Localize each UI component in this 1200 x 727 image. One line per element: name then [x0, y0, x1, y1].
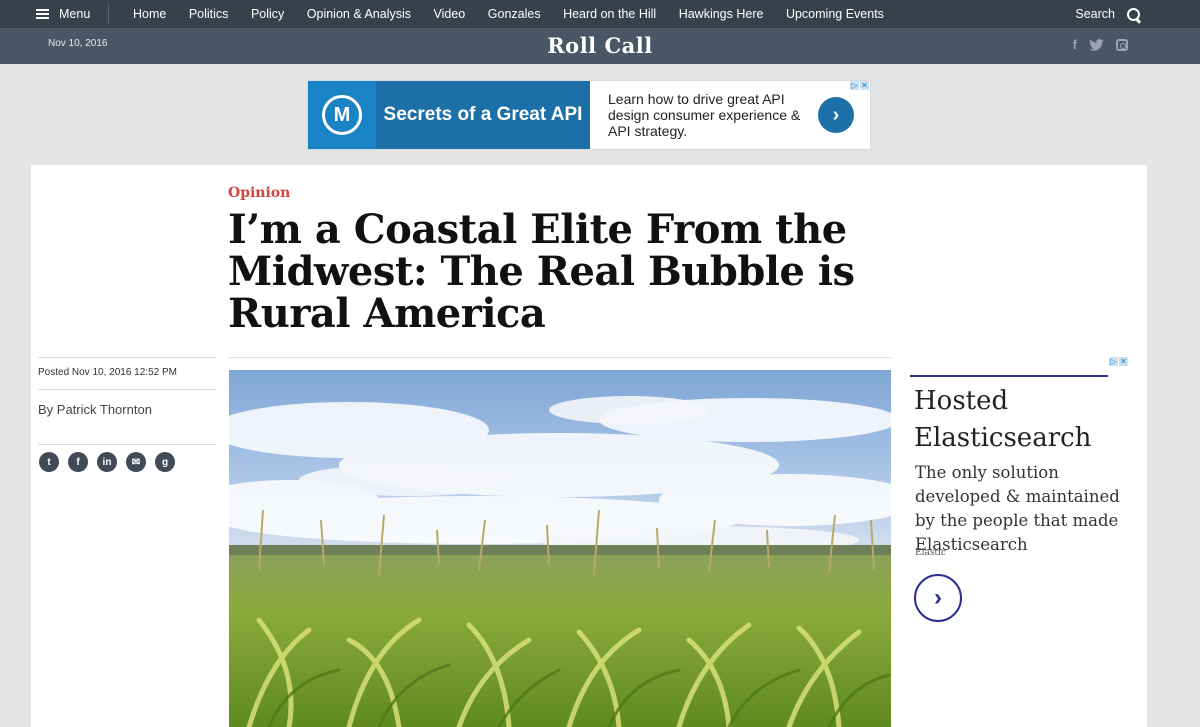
facebook-share-icon[interactable]: f — [68, 452, 88, 472]
meta-divider — [38, 444, 217, 445]
linkedin-share-icon[interactable]: in — [97, 452, 117, 472]
ad-logo: M — [308, 81, 376, 149]
nav-links: Home Politics Policy Opinion & Analysis … — [133, 0, 906, 28]
site-logo[interactable]: Roll Call — [0, 33, 1200, 58]
nav-divider — [108, 4, 109, 24]
meta-divider — [38, 357, 217, 358]
search-icon — [1127, 7, 1140, 21]
ad-copy: Learn how to drive great API design cons… — [608, 91, 801, 139]
adchoices-icon[interactable]: ▷ ✕ — [850, 81, 869, 90]
brand-bar: Nov 10, 2016 Roll Call f — [0, 28, 1200, 64]
title-divider — [228, 357, 891, 358]
nav-link-upcoming-events[interactable]: Upcoming Events — [786, 7, 884, 21]
top-banner-ad[interactable]: M Secrets of a Great API Learn how to dr… — [307, 80, 871, 150]
header-social: f — [1073, 37, 1128, 52]
adchoices-icon[interactable]: ▷ ✕ — [1109, 357, 1128, 366]
nav-link-heard-on-the-hill[interactable]: Heard on the Hill — [563, 7, 656, 21]
posted-date: Posted Nov 10, 2016 12:52 PM — [38, 367, 177, 378]
meta-divider — [38, 389, 217, 390]
nav-link-opinion-analysis[interactable]: Opinion & Analysis — [307, 7, 411, 21]
nav-link-hawkings-here[interactable]: Hawkings Here — [679, 7, 764, 21]
instagram-icon[interactable] — [1116, 38, 1128, 51]
nav-link-home[interactable]: Home — [133, 7, 166, 21]
facebook-icon[interactable]: f — [1073, 37, 1077, 52]
email-share-icon[interactable]: ✉ — [126, 452, 146, 472]
side-ad-text: The only solution developed & maintained… — [915, 463, 1120, 554]
nav-link-gonzales[interactable]: Gonzales — [488, 7, 541, 21]
nav-link-video[interactable]: Video — [434, 7, 466, 21]
side-ad[interactable]: ▷ ✕ Hosted Elasticsearch The only solutio… — [910, 357, 1136, 637]
mulesoft-icon: M — [322, 95, 362, 135]
top-nav: Menu Home Politics Policy Opinion & Anal… — [0, 0, 1200, 28]
twitter-share-icon[interactable]: t — [39, 452, 59, 472]
share-buttons: t f in ✉ g — [39, 452, 175, 472]
nav-link-policy[interactable]: Policy — [251, 7, 284, 21]
menu-label: Menu — [59, 7, 91, 21]
hamburger-icon — [36, 9, 49, 19]
article-title: I’m a Coastal Elite From the Midwest: Th… — [228, 206, 855, 337]
byline: By Patrick Thornton — [38, 402, 152, 417]
search-label: Search — [1075, 7, 1115, 21]
article-container: Opinion I’m a Coastal Elite From the Mid… — [31, 165, 1147, 727]
google-plus-share-icon[interactable]: g — [155, 452, 175, 472]
chevron-right-icon[interactable]: › — [914, 574, 962, 622]
ad-headline: Secrets of a Great API — [376, 81, 590, 149]
menu-button[interactable]: Menu — [36, 0, 90, 28]
ad-arrow-button[interactable]: › — [818, 97, 854, 133]
side-ad-sponsor: Elastic — [915, 548, 946, 558]
nav-link-politics[interactable]: Politics — [189, 7, 229, 21]
search-button[interactable]: Search — [1075, 0, 1140, 28]
ad-divider — [910, 375, 1108, 377]
side-ad-title: Hosted Elasticsearch — [914, 386, 1092, 453]
twitter-icon[interactable] — [1089, 38, 1104, 51]
article-kicker[interactable]: Opinion — [228, 185, 290, 201]
hero-image — [229, 370, 891, 727]
